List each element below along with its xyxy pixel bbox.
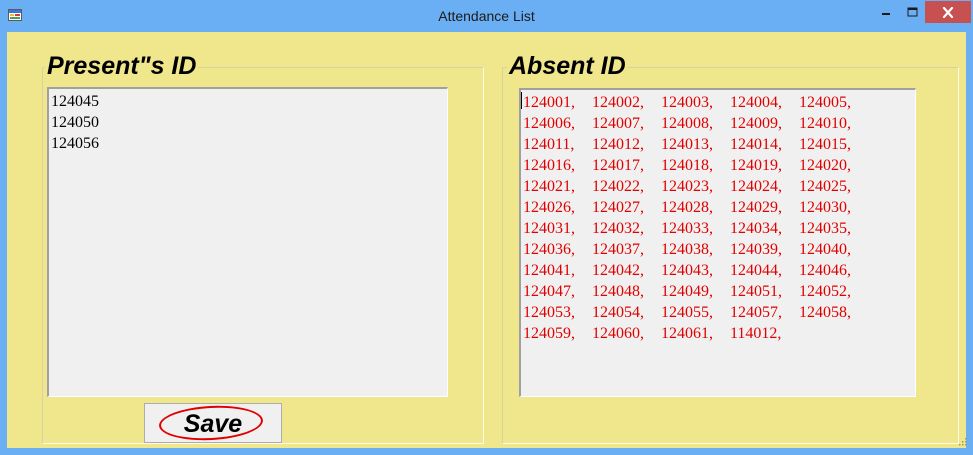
present-id-item[interactable]: 124056	[51, 133, 445, 154]
minimize-icon	[882, 13, 890, 15]
absent-id: 124036,	[523, 241, 575, 258]
absent-id: 124010,	[799, 115, 851, 132]
absent-id: 124043,	[661, 262, 713, 279]
absent-id: 124061,	[661, 325, 713, 342]
absent-id-line: 124001, 124002, 124003, 124004, 124005,	[523, 92, 915, 113]
absent-id: 124055,	[661, 304, 713, 321]
absent-id-line: 124011, 124012, 124013, 124014, 124015,	[523, 134, 915, 155]
absent-id: 124009,	[730, 115, 782, 132]
absent-id: 124003,	[661, 94, 713, 111]
absent-id: 124012,	[592, 136, 644, 153]
absent-id: 124042,	[592, 262, 644, 279]
absent-id: 124052,	[799, 283, 851, 300]
absent-id: 124039,	[730, 241, 782, 258]
absent-id: 124023,	[661, 178, 713, 195]
absent-id: 124014,	[730, 136, 782, 153]
absent-id: 124008,	[661, 115, 713, 132]
absent-id: 124033,	[661, 220, 713, 237]
present-id-item[interactable]: 124050	[51, 112, 445, 133]
absent-id: 124020,	[799, 157, 851, 174]
absent-id: 124032,	[592, 220, 644, 237]
absent-id-line: 124016, 124017, 124018, 124019, 124020,	[523, 155, 915, 176]
absent-id-line: 124031, 124032, 124033, 124034, 124035,	[523, 218, 915, 239]
absent-id: 124006,	[523, 115, 575, 132]
absent-id: 124016,	[523, 157, 575, 174]
title-bar[interactable]: Attendance List	[0, 0, 973, 32]
absent-id: 124015,	[799, 136, 851, 153]
absent-id-line: 124047, 124048, 124049, 124051, 124052,	[523, 281, 915, 302]
absent-id-line: 124021, 124022, 124023, 124024, 124025,	[523, 176, 915, 197]
absent-id-line: 124036, 124037, 124038, 124039, 124040,	[523, 239, 915, 260]
absent-id: 124051,	[730, 283, 782, 300]
absent-id: 124057,	[730, 304, 782, 321]
absent-id-line: 124041, 124042, 124043, 124044, 124046,	[523, 260, 915, 281]
resize-grip-icon[interactable]	[957, 436, 967, 446]
maximize-button[interactable]	[899, 1, 925, 23]
absent-id: 124017,	[592, 157, 644, 174]
absent-id: 124060,	[592, 325, 644, 342]
absent-id: 124018,	[661, 157, 713, 174]
absent-id: 124021,	[523, 178, 575, 195]
absent-id-line: 124059, 124060, 124061, 114012,	[523, 323, 915, 344]
absent-id: 124046,	[799, 262, 851, 279]
absent-id: 124028,	[661, 199, 713, 216]
absent-id: 124048,	[592, 283, 644, 300]
save-button[interactable]: Save	[144, 403, 282, 443]
attendance-window: Attendance List Present"s ID Absent ID 1…	[0, 0, 973, 455]
present-id-item[interactable]: 124045	[51, 91, 445, 112]
absent-id: 124001,	[523, 94, 575, 111]
absent-id: 124044,	[730, 262, 782, 279]
absent-id: 124026,	[523, 199, 575, 216]
absent-id-textbox[interactable]: 124001, 124002, 124003, 124004, 124005, 1240…	[519, 88, 916, 397]
absent-id: 124038,	[661, 241, 713, 258]
absent-id: 124011,	[523, 136, 575, 153]
absent-id: 124049,	[661, 283, 713, 300]
absent-id: 124034,	[730, 220, 782, 237]
absent-id: 124047,	[523, 283, 575, 300]
absent-id: 124007,	[592, 115, 644, 132]
absent-id-line: 124053, 124054, 124055, 124057, 124058,	[523, 302, 915, 323]
absent-id: 124022,	[592, 178, 644, 195]
absent-id: 124002,	[592, 94, 644, 111]
absent-id: 124024,	[730, 178, 782, 195]
absent-id: 124031,	[523, 220, 575, 237]
absent-id: 124019,	[730, 157, 782, 174]
absent-id: 124040,	[799, 241, 851, 258]
absent-id-line: 124006, 124007, 124008, 124009, 124010,	[523, 113, 915, 134]
present-id-list[interactable]: 124045 124050 124056	[47, 87, 448, 397]
absent-id: 124058,	[799, 304, 851, 321]
absent-id: 124004,	[730, 94, 782, 111]
form-client-area: Present"s ID Absent ID 124045 124050 124…	[7, 32, 967, 448]
absent-id: 124030,	[799, 199, 851, 216]
absent-id: 124054,	[592, 304, 644, 321]
window-title: Attendance List	[438, 8, 535, 24]
maximize-icon	[907, 7, 917, 17]
absent-id: 124053,	[523, 304, 575, 321]
absent-id: 124059,	[523, 325, 575, 342]
absent-heading: Absent ID	[507, 52, 628, 81]
absent-id: 124041,	[523, 262, 575, 279]
absent-id: 124029,	[730, 199, 782, 216]
absent-id: 114012,	[730, 325, 782, 342]
minimize-button[interactable]	[873, 1, 899, 23]
absent-id: 124005,	[799, 94, 851, 111]
absent-id: 124035,	[799, 220, 851, 237]
present-heading: Present"s ID	[45, 52, 199, 81]
absent-id: 124013,	[661, 136, 713, 153]
save-button-label: Save	[183, 410, 243, 438]
absent-id-line: 124026, 124027, 124028, 124029, 124030,	[523, 197, 915, 218]
close-icon	[942, 6, 954, 18]
text-caret	[521, 92, 522, 109]
absent-id: 124027,	[592, 199, 644, 216]
absent-id: 124025,	[799, 178, 851, 195]
close-button[interactable]	[925, 1, 971, 23]
absent-id: 124037,	[592, 241, 644, 258]
